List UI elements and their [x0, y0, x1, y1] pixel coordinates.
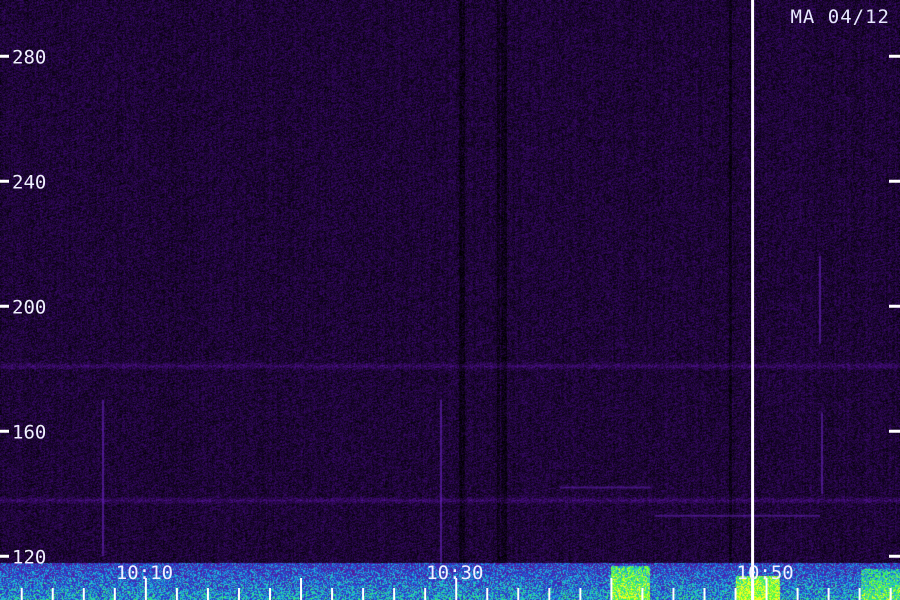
x-axis: 10:10 10:30 10:50 — [20, 562, 892, 600]
y-tick-label: 200 — [12, 296, 46, 318]
y-axis: 120 160 200 240 280 — [0, 46, 900, 568]
y-tick-label: 160 — [12, 421, 46, 443]
x-tick-label: 10:50 — [737, 562, 794, 584]
y-tick-label: 240 — [12, 171, 46, 193]
spectrogram-viewer: 120 160 200 240 280 10:10 10:30 10:50 MA 04/12 — [0, 0, 900, 600]
y-tick-label: 280 — [12, 46, 46, 68]
station-date-label: MA 04/12 — [790, 6, 890, 28]
y-tick-label: 120 — [12, 546, 46, 568]
x-tick-label: 10:30 — [426, 562, 483, 584]
spectrogram-axes: 120 160 200 240 280 10:10 10:30 10:50 — [0, 0, 900, 600]
x-tick-label: 10:10 — [116, 562, 173, 584]
